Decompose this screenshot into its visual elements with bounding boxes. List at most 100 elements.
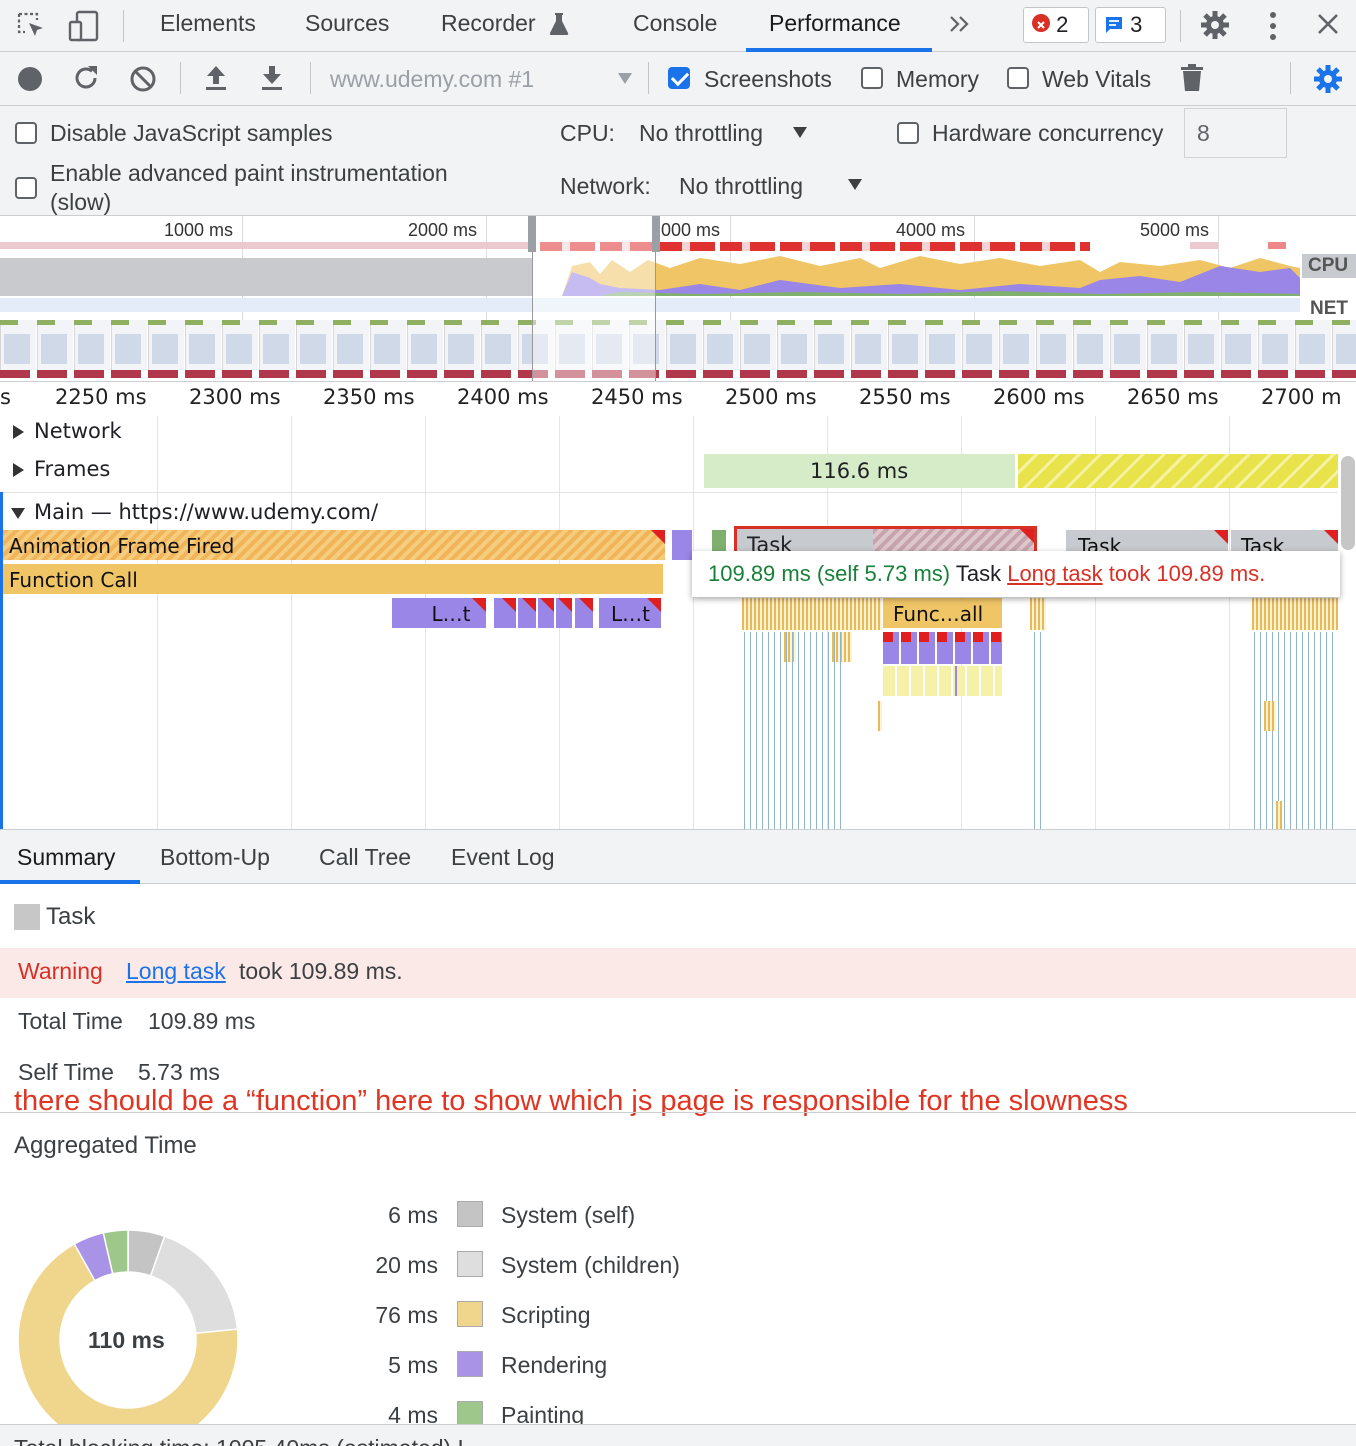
function-call-event[interactable]: Func…all — [883, 598, 1002, 628]
web-vitals-checkbox[interactable] — [1007, 67, 1029, 89]
more-options-icon[interactable] — [1262, 10, 1284, 42]
message-icon — [1104, 15, 1124, 35]
section-divider — [0, 1112, 1356, 1113]
network-expand-icon[interactable] — [13, 425, 24, 439]
overview-selection-left-handle[interactable] — [528, 216, 536, 252]
total-time-label: Total Time — [18, 1008, 123, 1034]
more-tabs-chevron-icon[interactable] — [948, 12, 972, 36]
layout-event[interactable]: L…t — [392, 598, 486, 628]
errors-badge[interactable]: 2 — [1023, 7, 1089, 43]
overview-tick-5000: 5000 ms — [1140, 220, 1210, 240]
main-collapse-icon[interactable] — [11, 508, 25, 519]
screenshots-filmstrip — [0, 320, 1356, 378]
warning-long-task-link[interactable]: Long task — [126, 958, 226, 985]
ruler-tick: 2550 ms — [859, 385, 951, 409]
disable-js-samples-label: Disable JavaScript samples — [50, 120, 333, 146]
annotation-note: there should be a “function” here to sho… — [14, 1085, 1128, 1117]
inspect-element-icon[interactable] — [16, 11, 46, 41]
frame-block[interactable]: 116.6 ms — [704, 454, 1016, 488]
layout-event[interactable] — [672, 530, 692, 560]
cpu-throttling-select[interactable]: No throttling — [639, 120, 763, 147]
function-call-label: Function Call — [9, 568, 138, 592]
errors-count: 2 — [1056, 12, 1069, 37]
network-throttling-chevron-icon[interactable] — [848, 179, 862, 190]
load-profile-icon[interactable] — [203, 64, 229, 92]
overview-selection-window[interactable] — [532, 216, 656, 381]
advanced-paint-checkbox[interactable] — [15, 177, 37, 199]
cpu-label: CPU: — [560, 120, 615, 146]
call-stack-traces — [744, 632, 844, 829]
flamechart-scrollbar[interactable] — [1341, 456, 1355, 550]
hardware-concurrency-checkbox[interactable] — [897, 122, 919, 144]
overview-selection-right-handle[interactable] — [652, 216, 660, 252]
cpu-throttling-chevron-icon[interactable] — [793, 127, 807, 138]
network-label: Network: — [560, 173, 651, 199]
advanced-paint-label-line2: (slow) — [50, 189, 112, 215]
screenshots-checkbox[interactable] — [668, 67, 690, 89]
legend-value: 20 ms — [375, 1252, 438, 1278]
paint-cluster — [883, 666, 1002, 696]
tooltip-duration: 109.89 ms (self 5.73 ms) — [708, 561, 951, 586]
tab-call-tree[interactable]: Call Tree — [319, 844, 411, 871]
layout-event[interactable] — [556, 598, 572, 628]
ruler-tick: 2450 ms — [591, 385, 683, 409]
network-throttling-select[interactable]: No throttling — [679, 173, 803, 200]
settings-gear-icon[interactable] — [1199, 9, 1231, 41]
save-profile-icon[interactable] — [259, 64, 285, 92]
flamechart[interactable]: Network Frames 116.6 ms Main — https://w… — [0, 416, 1356, 830]
device-toolbar-icon[interactable] — [68, 10, 100, 42]
ruler-tick: 2400 ms — [457, 385, 549, 409]
layout-event[interactable]: L…t — [599, 598, 661, 628]
legend-label: System (self) — [501, 1202, 636, 1228]
memory-checkbox[interactable] — [861, 67, 883, 89]
tab-summary[interactable]: Summary — [17, 844, 115, 871]
legend-label: Rendering — [501, 1352, 608, 1378]
tooltip-event-name: Task — [955, 561, 1002, 586]
tab-elements[interactable]: Elements — [160, 10, 256, 37]
overview-cpu-label: CPU — [1302, 254, 1356, 278]
animation-frame-fired-event[interactable]: Animation Frame Fired — [3, 530, 665, 560]
tab-bottom-up[interactable]: Bottom-Up — [160, 844, 270, 871]
ruler-tick: s — [0, 385, 11, 409]
tooltip-long-task-link[interactable]: Long task — [1007, 561, 1102, 586]
total-time-value: 109.89 ms — [148, 1008, 256, 1034]
layout-event[interactable] — [575, 598, 593, 628]
layout-short-label: L…t — [611, 602, 650, 626]
web-vitals-label: Web Vitals — [1042, 66, 1152, 92]
tab-sources[interactable]: Sources — [305, 10, 389, 37]
layout-event[interactable] — [518, 598, 536, 628]
disable-js-samples-checkbox[interactable] — [15, 122, 37, 144]
garbage-collect-trash-icon[interactable] — [1180, 63, 1204, 93]
frames-track-label[interactable]: Frames — [34, 457, 110, 481]
tab-recorder[interactable]: Recorder — [441, 10, 536, 37]
hardware-concurrency-input[interactable]: 8 — [1184, 108, 1287, 158]
overview-tick-1000: 1000 ms — [164, 220, 234, 240]
aggregated-time-title: Aggregated Time — [14, 1132, 197, 1159]
layout-event[interactable] — [494, 598, 516, 628]
status-footer: Total blocking time: 1005.40ms (estimate… — [0, 1424, 1356, 1446]
footer-partial-text: Total blocking time: 1005.40ms (estimate… — [14, 1435, 470, 1446]
messages-badge[interactable]: 3 — [1095, 7, 1166, 43]
clear-icon[interactable] — [129, 65, 157, 93]
messages-count: 3 — [1130, 12, 1143, 37]
main-track-label[interactable]: Main — https://www.udemy.com/ — [34, 500, 378, 524]
reload-record-icon[interactable] — [72, 64, 100, 92]
frame-duration: 116.6 ms — [810, 459, 909, 483]
profile-select[interactable]: www.udemy.com #1 — [330, 66, 534, 93]
timeline-overview[interactable]: 1000 ms 2000 ms 000 ms 4000 ms 5000 ms C… — [0, 216, 1356, 382]
network-track-label[interactable]: Network — [34, 419, 122, 443]
record-icon[interactable] — [18, 67, 42, 91]
tab-event-log[interactable]: Event Log — [451, 844, 555, 871]
details-tab-bar: Summary Bottom-Up Call Tree Event Log — [0, 830, 1356, 884]
layout-event[interactable] — [538, 598, 554, 628]
frames-expand-icon[interactable] — [13, 463, 24, 477]
tab-performance[interactable]: Performance — [769, 10, 901, 37]
close-icon[interactable] — [1316, 12, 1340, 36]
tab-console[interactable]: Console — [633, 10, 717, 37]
layout-short-label: L…t — [431, 602, 471, 626]
function-call-event[interactable]: Function Call — [3, 564, 663, 594]
hardware-concurrency-label: Hardware concurrency — [932, 120, 1164, 146]
screenshots-label: Screenshots — [704, 66, 832, 92]
capture-settings-gear-icon[interactable] — [1312, 63, 1344, 95]
profile-select-chevron-icon[interactable] — [618, 73, 632, 84]
